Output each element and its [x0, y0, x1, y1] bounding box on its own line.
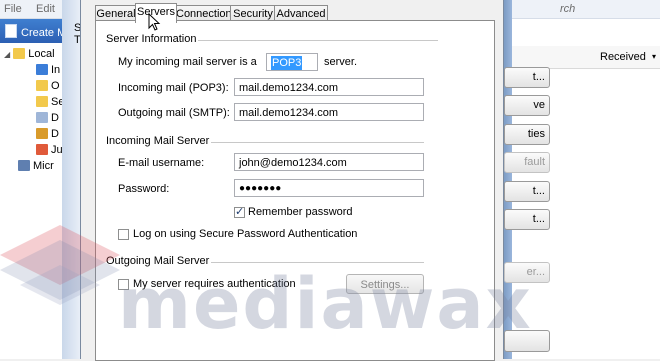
server-type-prefix: My incoming mail server is a — [118, 56, 257, 68]
tree-item-local[interactable]: ◢ Local — [4, 48, 55, 64]
account-button-3[interactable]: ties — [504, 124, 550, 145]
tree-item-label: O — [51, 80, 60, 92]
menu-file[interactable]: File — [4, 3, 22, 15]
auth-required-checkbox[interactable] — [118, 279, 129, 290]
account-button-4: fault — [504, 152, 550, 173]
tree-item-label: D — [51, 128, 59, 140]
settings-button: Settings... — [346, 274, 424, 294]
tree-item-microsoft[interactable]: Micr — [18, 160, 54, 176]
section-divider — [198, 40, 438, 41]
tree-item-label: Micr — [33, 160, 54, 172]
tree-item-outbox[interactable]: O — [36, 80, 60, 96]
folder-icon — [13, 48, 26, 59]
sort-chevron-icon[interactable]: ▾ — [652, 52, 656, 61]
auth-required-label: My server requires authentication — [133, 278, 296, 290]
account-button-5[interactable]: t... — [504, 181, 550, 202]
tree-item-label: Local — [28, 48, 55, 60]
section-divider — [211, 262, 424, 263]
create-mail-label: Create M — [21, 27, 67, 39]
column-received[interactable]: Received — [600, 51, 646, 63]
outbox-icon — [36, 80, 48, 91]
tree-item-deleted[interactable]: D — [36, 112, 59, 128]
tree-item-sent[interactable]: Se — [36, 96, 64, 112]
account-button-2[interactable]: ve — [504, 95, 550, 116]
username-input[interactable]: john@demo1234.com — [234, 153, 424, 171]
create-mail-icon — [5, 24, 17, 38]
deleted-icon — [36, 112, 48, 123]
tree-item-label: Ju — [51, 144, 63, 156]
menu-edit[interactable]: Edit — [36, 3, 55, 15]
password-label: Password: — [118, 183, 170, 195]
remember-password-label: Remember password — [248, 206, 353, 218]
message-list-header: Received ▾ — [512, 46, 660, 69]
account-button-1[interactable]: t... — [504, 67, 550, 88]
server-type-value: POP3 — [271, 56, 303, 70]
tree-item-junk[interactable]: Ju — [36, 144, 63, 160]
expand-triangle-icon[interactable]: ◢ — [4, 50, 10, 59]
newsgroup-icon — [18, 160, 30, 171]
accounts-dialog-edge: S T — [62, 0, 81, 359]
account-button-8[interactable] — [504, 330, 550, 352]
spa-label: Log on using Secure Password Authenticat… — [133, 228, 358, 240]
search-hint: rch — [560, 3, 576, 15]
section-divider — [211, 142, 424, 143]
inbox-icon — [36, 64, 48, 75]
remember-password-checkbox[interactable] — [234, 205, 245, 218]
outgoing-server-title: Outgoing Mail Server — [106, 255, 210, 267]
outgoing-mail-label: Outgoing mail (SMTP): — [118, 107, 230, 119]
account-button-7: er... — [504, 262, 550, 283]
drafts-icon — [36, 128, 48, 139]
account-button-6[interactable]: t... — [504, 209, 550, 230]
spa-checkbox[interactable] — [118, 229, 129, 240]
server-type-field[interactable]: POP3 — [266, 53, 318, 71]
tree-item-label: In — [51, 64, 61, 76]
tree-item-label: D — [51, 112, 59, 124]
create-mail-button[interactable]: Create M — [5, 24, 66, 39]
incoming-mail-label: Incoming mail (POP3): — [118, 82, 229, 94]
account-properties-dialog: General Servers Connection Security Adva… — [80, 0, 504, 361]
server-type-suffix: server. — [324, 56, 358, 68]
username-label: E-mail username: — [118, 157, 205, 169]
password-input[interactable]: ●●●●●●● — [234, 179, 424, 197]
sent-icon — [36, 96, 48, 107]
incoming-server-title: Incoming Mail Server — [106, 135, 210, 147]
outgoing-mail-input[interactable]: mail.demo1234.com — [234, 103, 424, 121]
junk-icon — [36, 144, 48, 155]
tree-item-inbox[interactable]: In — [36, 64, 60, 80]
tree-item-drafts[interactable]: D — [36, 128, 59, 144]
server-info-title: Server Information — [106, 33, 197, 45]
incoming-mail-input[interactable]: mail.demo1234.com — [234, 78, 424, 96]
servers-panel: Server Information My incoming mail serv… — [95, 20, 495, 361]
